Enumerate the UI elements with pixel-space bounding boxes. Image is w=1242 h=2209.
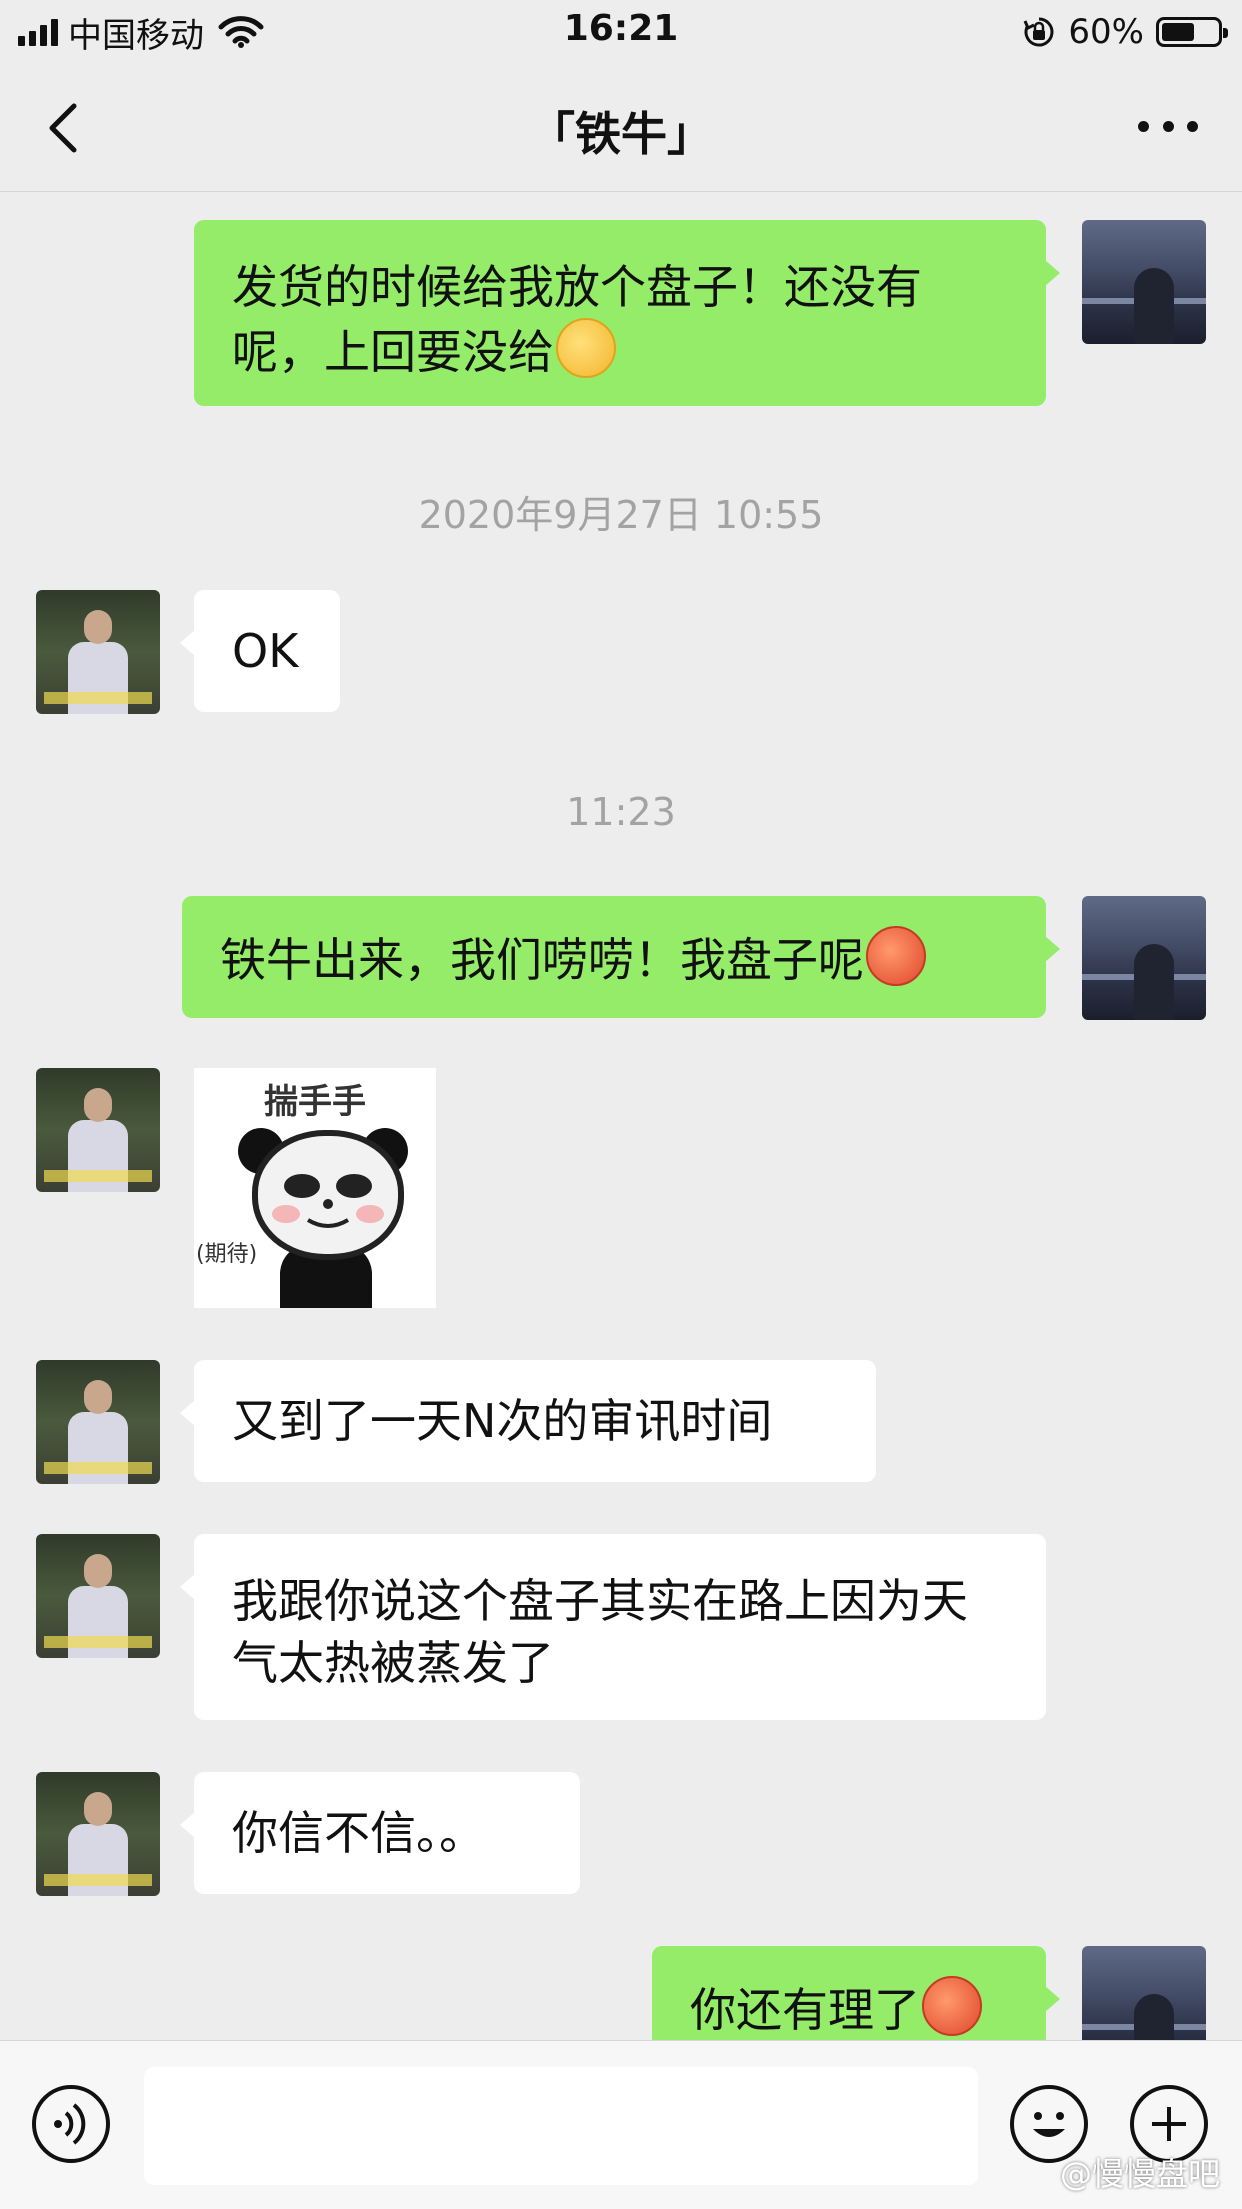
contact-avatar[interactable] bbox=[36, 1772, 160, 1896]
message-bubble-received[interactable]: 又到了一天N次的审讯时间 bbox=[180, 1360, 876, 1482]
voice-button[interactable] bbox=[32, 2085, 110, 2163]
rotation-lock-icon bbox=[1024, 17, 1054, 47]
panda-sticker[interactable]: 揣手手 (期待) bbox=[194, 1068, 436, 1308]
voice-icon bbox=[54, 2103, 86, 2145]
contact-avatar[interactable] bbox=[36, 590, 160, 714]
angry-emoji-icon bbox=[866, 926, 926, 986]
chat-title: 「铁牛」 bbox=[529, 107, 713, 161]
angry-emoji-icon bbox=[922, 1976, 982, 2036]
message-bubble-received[interactable]: 你信不信。。 bbox=[180, 1772, 580, 1894]
input-bar: @慢慢盘吧 bbox=[0, 2040, 1242, 2209]
contact-avatar[interactable] bbox=[36, 1360, 160, 1484]
sticker-subcaption: (期待) bbox=[196, 1242, 258, 1267]
my-avatar[interactable] bbox=[1082, 896, 1206, 1020]
sticker-caption: 揣手手 bbox=[264, 1082, 366, 1122]
message-text: OK bbox=[232, 624, 299, 678]
more-dots-icon bbox=[1138, 120, 1149, 132]
status-bar: 中国移动 16:21 60% bbox=[0, 0, 1242, 62]
status-right: 60% bbox=[1022, 10, 1228, 54]
panda-face-icon bbox=[252, 1130, 404, 1260]
more-button[interactable] bbox=[1138, 114, 1198, 138]
timestamp: 2020年9月27日 10:55 bbox=[418, 493, 824, 537]
message-text: 你还有理了 bbox=[690, 1983, 920, 2037]
message-bubble-received[interactable]: 我跟你说这个盘子其实在路上因为天气太热被蒸发了 bbox=[180, 1534, 1046, 1720]
message-bubble-received[interactable]: OK bbox=[180, 590, 340, 712]
my-avatar[interactable] bbox=[1082, 220, 1206, 344]
contact-avatar[interactable] bbox=[36, 1068, 160, 1192]
laughing-crying-emoji-icon bbox=[556, 318, 616, 378]
message-text: 铁牛出来，我们唠唠！我盘子呢 bbox=[220, 933, 864, 987]
timestamp: 11:23 bbox=[566, 790, 676, 834]
nav-bar: 「铁牛」 bbox=[0, 62, 1242, 192]
battery-fill bbox=[1162, 23, 1194, 41]
message-input[interactable] bbox=[144, 2067, 978, 2185]
message-text: 我跟你说这个盘子其实在路上因为天气太热被蒸发了 bbox=[232, 1574, 968, 1690]
message-text: 又到了一天N次的审讯时间 bbox=[232, 1394, 773, 1448]
message-bubble-sent[interactable]: 发货的时候给我放个盘子！还没有呢，上回要没给 bbox=[194, 220, 1060, 406]
battery-icon bbox=[1156, 17, 1228, 47]
message-text: 你信不信。。 bbox=[232, 1806, 485, 1860]
watermark: @慢慢盘吧 bbox=[1059, 2155, 1220, 2193]
contact-avatar[interactable] bbox=[36, 1534, 160, 1658]
message-bubble-sent[interactable]: 铁牛出来，我们唠唠！我盘子呢 bbox=[182, 896, 1060, 1018]
battery-percent: 60% bbox=[1068, 12, 1144, 52]
